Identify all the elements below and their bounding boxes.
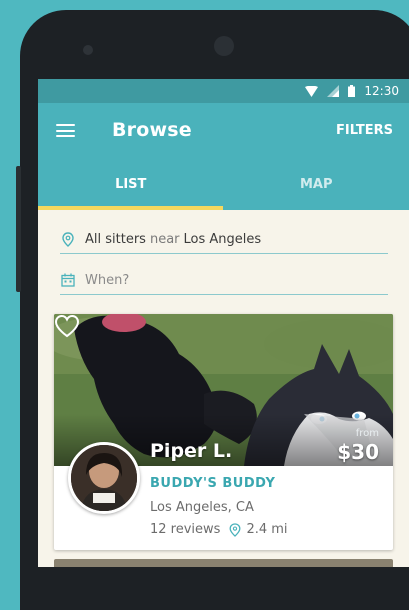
price: $30: [337, 440, 379, 464]
tab-list[interactable]: LIST: [38, 158, 224, 210]
heart-outline-icon[interactable]: [54, 314, 80, 338]
location-pin-icon: [60, 231, 76, 247]
date-placeholder: When?: [85, 273, 129, 288]
distance: 2.4 mi: [246, 522, 287, 537]
sitter-name: Piper L.: [150, 440, 232, 462]
tab-map-label: MAP: [300, 177, 333, 192]
wifi-icon: [305, 86, 318, 97]
tab-map[interactable]: MAP: [224, 158, 409, 210]
battery-icon: [348, 85, 355, 97]
location-value: Los Angeles: [184, 232, 262, 247]
next-sitter-card[interactable]: [54, 559, 393, 567]
tab-bar: LIST MAP: [38, 158, 409, 210]
date-field[interactable]: When?: [60, 266, 388, 295]
sitter-card[interactable]: Piper L. from $30 BUDDY'S BUDDY Los Ange…: [54, 314, 393, 550]
sitter-avatar: [68, 442, 140, 514]
status-time: 12:30: [364, 84, 399, 98]
business-name: BUDDY'S BUDDY: [150, 476, 275, 491]
page-title: Browse: [112, 119, 192, 141]
phone-screen: 12:30 Browse FILTERS LIST MAP All sitter…: [38, 79, 409, 567]
app-bar: Browse FILTERS: [38, 103, 409, 158]
location-pin-icon: [229, 523, 241, 537]
calendar-icon: [60, 272, 76, 288]
near-connector: near: [150, 232, 180, 247]
price-prefix: from: [356, 428, 379, 439]
hamburger-menu-icon[interactable]: [56, 124, 75, 137]
sitter-location: Los Angeles, CA: [150, 500, 254, 515]
sitter-filter-text: All sitters: [85, 232, 146, 247]
filters-button[interactable]: FILTERS: [336, 123, 393, 138]
tab-list-label: LIST: [115, 177, 146, 192]
front-camera: [214, 36, 234, 56]
active-tab-indicator: [38, 206, 223, 210]
status-bar: 12:30: [38, 79, 409, 103]
location-search-field[interactable]: All sitters near Los Angeles: [60, 225, 388, 254]
phone-side-button: [16, 166, 21, 292]
reviews-count: 12 reviews: [150, 522, 220, 537]
listing-meta: 12 reviews 2.4 mi: [150, 522, 288, 537]
signal-icon: [327, 85, 339, 97]
sensor-dot: [83, 45, 93, 55]
